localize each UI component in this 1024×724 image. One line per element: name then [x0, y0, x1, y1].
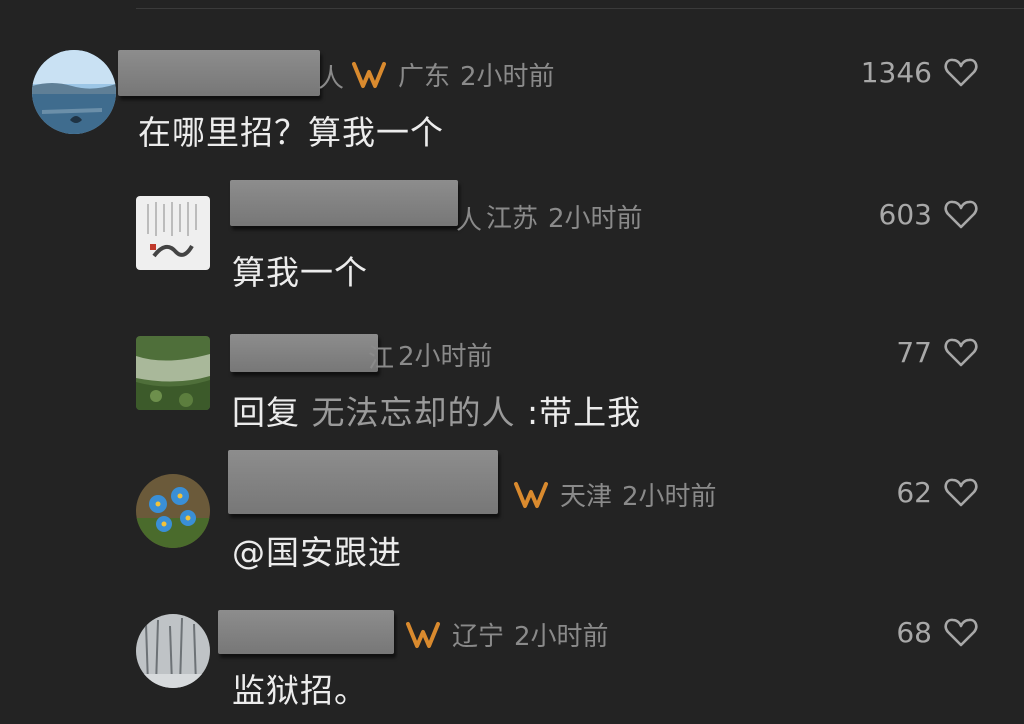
location: 天津 [560, 482, 613, 512]
like-button[interactable]: 603 [879, 198, 978, 231]
location: 广东 [398, 62, 451, 92]
username-tail: 人 [456, 206, 483, 236]
like-count: 1346 [860, 56, 932, 89]
reply-text: :带上我 [527, 393, 642, 432]
location: 辽宁 [452, 622, 505, 652]
heart-icon [944, 478, 978, 506]
like-button[interactable]: 68 [896, 616, 978, 649]
comment-meta: 2小时前 [398, 336, 493, 373]
comment-text: 监狱招。 [232, 671, 368, 710]
username-redacted [230, 180, 458, 226]
comment-text: 在哪里招？算我一个 [138, 113, 444, 152]
like-button[interactable]: 1346 [861, 56, 978, 89]
comment-meta: 辽宁 2小时前 [404, 616, 609, 653]
vip-badge-icon [514, 481, 548, 508]
username-tail: 人 [318, 64, 345, 94]
comment-meta: 广东 2小时前 [350, 56, 555, 93]
timestamp: 2小时前 [398, 342, 493, 372]
like-count: 77 [896, 336, 932, 369]
reply-prefix: 回复 [232, 393, 300, 432]
like-count: 603 [878, 198, 932, 231]
username-redacted [118, 50, 320, 96]
timestamp: 2小时前 [548, 204, 643, 234]
timestamp: 2小时前 [514, 622, 609, 652]
avatar[interactable] [136, 196, 210, 270]
avatar[interactable] [136, 474, 210, 548]
comment-meta: 江苏 2小时前 [486, 198, 643, 235]
comment-meta: 天津 2小时前 [512, 476, 717, 513]
heart-icon [944, 618, 978, 646]
vip-badge-icon [406, 621, 440, 648]
heart-icon [944, 200, 978, 228]
timestamp: 2小时前 [460, 62, 555, 92]
username-redacted [218, 610, 394, 654]
comment-text: @国安跟进 [232, 533, 402, 572]
avatar[interactable] [136, 336, 210, 410]
location: 江苏 [486, 204, 539, 234]
username-tail: 江 [368, 344, 395, 374]
reply-to-user[interactable]: 无法忘却的人 [312, 393, 516, 432]
like-button[interactable]: 62 [896, 476, 978, 509]
like-button[interactable]: 77 [896, 336, 978, 369]
username-redacted [230, 334, 378, 372]
like-count: 62 [896, 476, 932, 509]
avatar[interactable] [32, 50, 116, 134]
avatar[interactable] [136, 614, 210, 688]
username-redacted [228, 450, 498, 514]
timestamp: 2小时前 [622, 482, 717, 512]
heart-icon [944, 338, 978, 366]
heart-icon [944, 58, 978, 86]
comment-thread: 人 广东 2小时前 1346 在哪里招？算我一个 人 江苏 2小时前 603 算… [0, 0, 1024, 724]
vip-badge-icon [352, 61, 386, 88]
comment-text: 算我一个 [232, 253, 368, 292]
like-count: 68 [896, 616, 932, 649]
comment-text: 回复 无法忘却的人 :带上我 [232, 386, 641, 434]
divider [136, 8, 1024, 9]
